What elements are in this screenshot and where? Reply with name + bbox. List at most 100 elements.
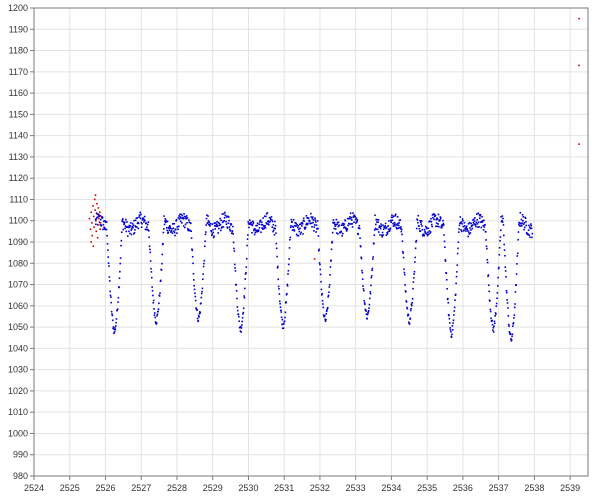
blue-data-point xyxy=(400,228,403,231)
blue-data-point xyxy=(252,221,255,224)
blue-data-point xyxy=(444,246,446,249)
blue-data-point xyxy=(157,310,159,313)
blue-data-point xyxy=(95,218,98,220)
blue-data-point xyxy=(371,267,374,270)
blue-data-point xyxy=(209,225,211,227)
blue-data-point xyxy=(501,215,504,217)
blue-data-point xyxy=(431,225,433,228)
blue-data-point xyxy=(437,213,440,216)
blue-data-point xyxy=(363,289,365,292)
blue-data-point xyxy=(441,226,443,229)
blue-data-point xyxy=(321,292,323,295)
red-data-point xyxy=(313,258,316,260)
blue-data-point xyxy=(455,275,458,278)
blue-data-point xyxy=(256,230,258,233)
blue-data-point xyxy=(272,223,275,226)
blue-data-point xyxy=(149,260,152,262)
blue-data-point xyxy=(303,220,305,222)
blue-data-point xyxy=(509,333,512,335)
blue-data-point xyxy=(229,230,232,232)
blue-data-point xyxy=(213,235,215,237)
blue-data-point xyxy=(513,314,516,316)
blue-data-point xyxy=(356,219,359,221)
blue-data-point xyxy=(381,235,383,238)
blue-data-point xyxy=(240,331,242,333)
blue-data-point xyxy=(414,247,417,250)
blue-data-point xyxy=(447,301,450,304)
blue-data-point xyxy=(118,277,121,280)
blue-data-point xyxy=(487,274,490,276)
blue-data-point xyxy=(312,221,314,224)
blue-data-point xyxy=(332,219,335,221)
blue-data-point xyxy=(463,229,465,231)
x-tick-label: 2527 xyxy=(131,483,151,493)
blue-data-point xyxy=(181,214,183,217)
blue-data-point xyxy=(353,221,355,224)
blue-data-point xyxy=(271,226,274,228)
blue-data-point xyxy=(327,294,330,297)
blue-data-point xyxy=(120,239,123,242)
blue-data-point xyxy=(346,229,348,232)
blue-data-point xyxy=(527,229,530,232)
blue-data-point xyxy=(122,218,124,220)
scatter-chart: 2524 2525 2526 2527 2528 2529 2530 2531 2532 2533… xyxy=(8,3,589,493)
blue-data-point xyxy=(271,219,273,221)
blue-data-point xyxy=(461,222,463,225)
blue-data-point xyxy=(218,227,220,230)
blue-data-point xyxy=(530,224,532,227)
blue-data-point xyxy=(495,305,498,307)
blue-data-point xyxy=(241,320,244,323)
blue-data-point xyxy=(310,212,312,215)
blue-data-point xyxy=(462,219,464,222)
y-tick-label: 1020 xyxy=(8,386,28,396)
blue-data-point xyxy=(205,217,208,220)
blue-data-point xyxy=(286,285,289,287)
blue-data-point xyxy=(232,225,234,228)
blue-data-point xyxy=(477,221,480,224)
blue-data-point xyxy=(203,245,206,248)
blue-data-point xyxy=(400,226,402,228)
y-tick-label: 1010 xyxy=(8,407,28,417)
blue-data-point xyxy=(434,214,437,217)
blue-data-point xyxy=(412,277,415,279)
blue-data-point xyxy=(400,230,403,233)
blue-data-point xyxy=(238,320,241,323)
blue-data-point xyxy=(408,323,411,325)
blue-data-point xyxy=(468,221,471,224)
blue-data-point xyxy=(313,226,316,228)
blue-data-point xyxy=(264,224,266,227)
blue-data-point xyxy=(502,234,505,237)
blue-data-point xyxy=(248,226,250,229)
blue-data-point xyxy=(108,265,110,267)
blue-data-point xyxy=(358,224,361,227)
blue-data-point xyxy=(152,301,155,304)
blue-data-point xyxy=(297,234,300,237)
blue-data-point xyxy=(114,325,117,327)
blue-data-point xyxy=(322,306,325,309)
red-data-point xyxy=(98,211,101,214)
blue-data-point xyxy=(387,231,389,233)
blue-data-point xyxy=(212,228,214,231)
blue-data-point xyxy=(531,236,533,239)
red-data-point xyxy=(95,219,97,222)
blue-data-point xyxy=(156,315,158,317)
blue-data-point xyxy=(497,276,499,279)
blue-data-point xyxy=(314,221,317,223)
blue-data-point xyxy=(413,273,415,275)
blue-data-point xyxy=(176,232,178,234)
blue-data-point xyxy=(414,256,417,259)
blue-data-point xyxy=(496,292,499,294)
blue-data-point xyxy=(283,320,286,323)
blue-data-point xyxy=(491,323,494,326)
blue-data-point xyxy=(193,288,196,291)
blue-data-point xyxy=(333,227,335,230)
blue-data-point xyxy=(513,306,516,309)
y-tick-label: 1140 xyxy=(9,131,28,141)
blue-data-point xyxy=(344,219,347,222)
blue-data-point xyxy=(435,225,437,228)
blue-data-point xyxy=(177,228,179,231)
blue-data-point xyxy=(278,300,281,303)
blue-data-point xyxy=(245,266,248,268)
blue-data-point xyxy=(494,315,496,317)
blue-data-point xyxy=(162,228,165,230)
